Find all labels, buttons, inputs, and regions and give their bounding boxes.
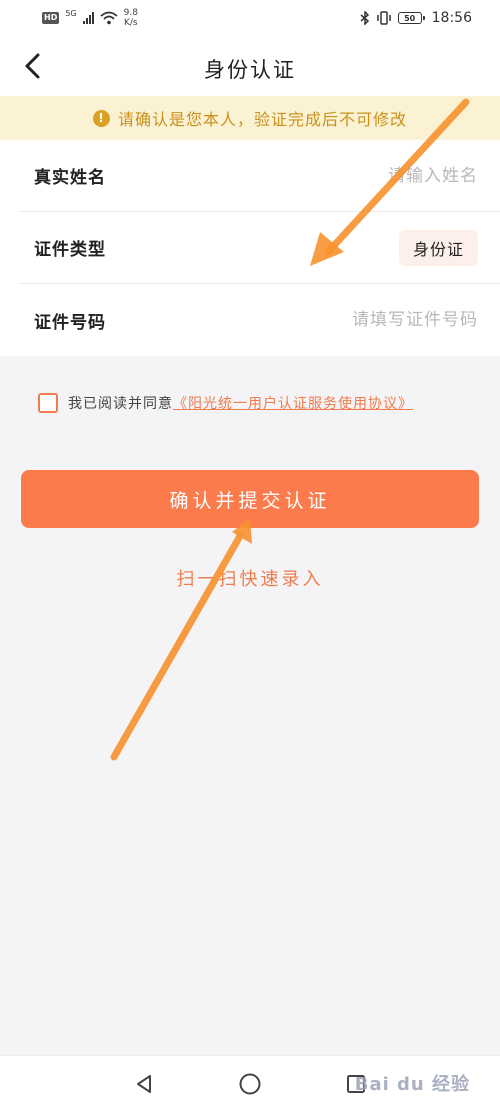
network-speed-unit: K/s: [123, 18, 138, 28]
submit-verification-button[interactable]: 确认并提交认证: [21, 470, 479, 528]
identity-form: 真实姓名 证件类型 身份证 证件号码: [0, 140, 500, 356]
vibrate-icon: [376, 11, 391, 25]
id-type-row: 证件类型 身份证: [18, 212, 500, 284]
battery-icon: 50: [397, 12, 425, 24]
warning-icon: !: [92, 109, 110, 127]
id-number-input[interactable]: [248, 310, 478, 330]
network-gen-label: 5G: [65, 9, 77, 18]
agreement-prefix: 我已阅读并同意: [68, 396, 173, 412]
id-type-label: 证件类型: [34, 240, 106, 260]
bluetooth-icon: [360, 11, 369, 25]
status-bar: HD 5G 9.8 K/s 50 18:56: [0, 0, 500, 36]
name-label: 真实姓名: [34, 168, 106, 188]
id-number-label: 证件号码: [34, 312, 106, 333]
agreement-checkbox[interactable]: [38, 393, 58, 413]
hd-badge: HD: [42, 12, 60, 24]
page-title: 身份认证: [204, 58, 296, 82]
agreement-row: 我已阅读并同意 《阳光统一用户认证服务使用协议》: [38, 392, 413, 414]
status-right: 50 18:56: [360, 10, 472, 26]
network-speed: 9.8 K/s: [124, 8, 138, 28]
clock: 18:56: [431, 10, 472, 26]
notice-banner: ! 请确认是您本人，验证完成后不可修改: [0, 96, 500, 140]
cell-signal-icon: [82, 12, 94, 24]
status-left: HD 5G 9.8 K/s: [42, 8, 138, 28]
scan-quick-entry-link[interactable]: 扫一扫快速录入: [0, 565, 500, 591]
circle-home-icon: [239, 1073, 261, 1095]
id-number-row: 证件号码: [18, 284, 500, 356]
triangle-back-icon: [137, 1075, 151, 1093]
header-bar: 身份认证: [0, 36, 500, 96]
nav-home-button[interactable]: [236, 1070, 264, 1098]
annotation-arrow-lower: [110, 518, 252, 761]
id-type-select[interactable]: 身份证: [398, 229, 478, 266]
name-row: 真实姓名: [18, 140, 500, 212]
baidu-watermark: Bai du 经验: [354, 1074, 470, 1095]
notice-text: 请确认是您本人，验证完成后不可修改: [117, 110, 407, 129]
wifi-icon: [100, 11, 118, 25]
agreement-link[interactable]: 《阳光统一用户认证服务使用协议》: [173, 393, 413, 413]
nav-back-button[interactable]: [130, 1070, 158, 1098]
name-input[interactable]: [248, 165, 478, 186]
network-speed-value: 9.8: [123, 8, 138, 18]
